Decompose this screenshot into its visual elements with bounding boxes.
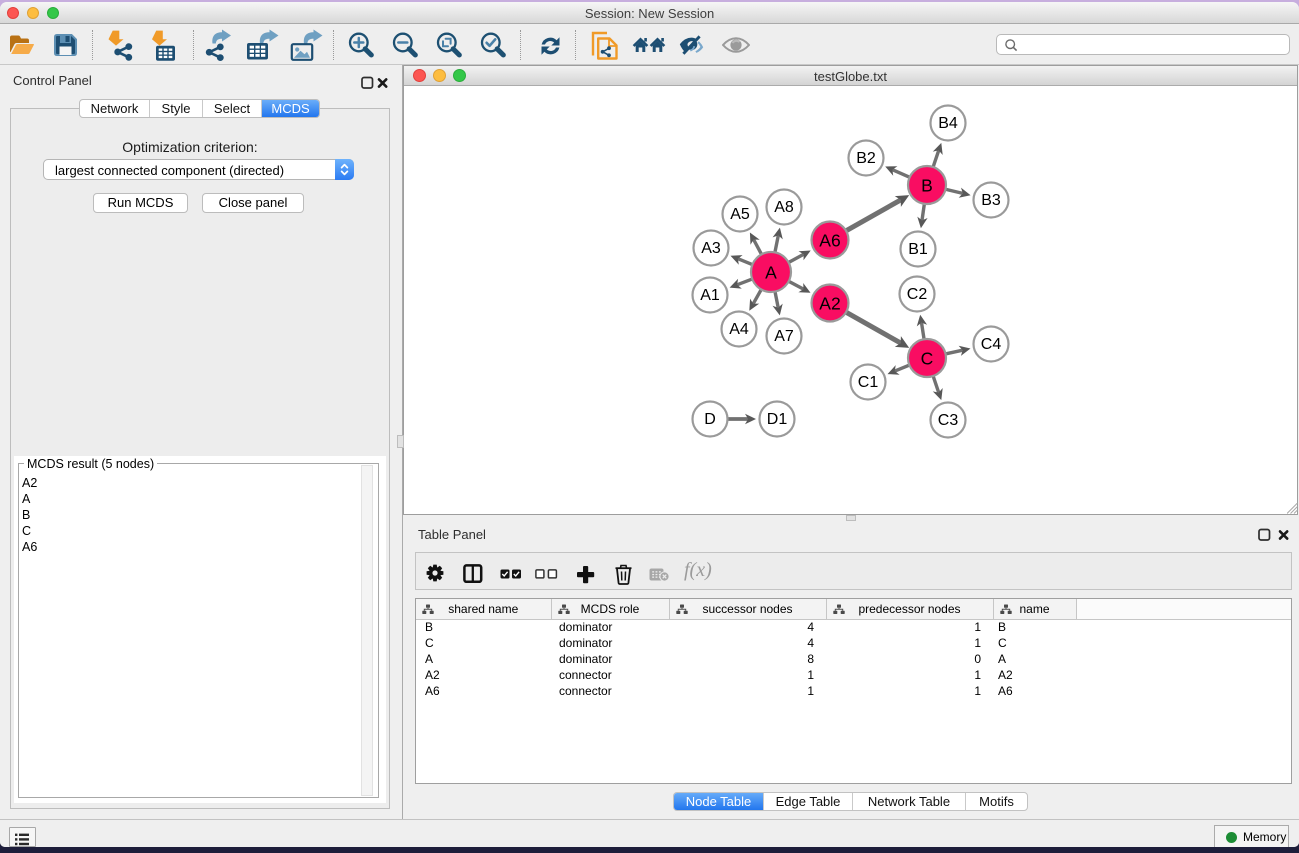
svg-text:A4: A4 xyxy=(729,321,749,338)
svg-text:B3: B3 xyxy=(981,192,1001,209)
svg-text:A8: A8 xyxy=(774,199,794,216)
svg-text:D: D xyxy=(704,411,716,428)
svg-text:B: B xyxy=(921,176,933,196)
svg-text:A3: A3 xyxy=(701,240,721,257)
svg-text:A1: A1 xyxy=(700,287,720,304)
svg-text:D1: D1 xyxy=(767,411,788,428)
svg-text:B1: B1 xyxy=(908,241,928,258)
svg-text:C2: C2 xyxy=(907,286,928,303)
svg-text:A5: A5 xyxy=(730,206,750,223)
svg-text:A: A xyxy=(765,263,777,283)
svg-text:C1: C1 xyxy=(858,374,879,391)
svg-text:C: C xyxy=(921,349,934,369)
svg-text:C4: C4 xyxy=(981,336,1002,353)
svg-text:C3: C3 xyxy=(938,412,959,429)
svg-text:B2: B2 xyxy=(856,150,876,167)
svg-text:A2: A2 xyxy=(819,294,840,314)
svg-text:A7: A7 xyxy=(774,328,794,345)
svg-text:A6: A6 xyxy=(819,231,840,251)
svg-text:B4: B4 xyxy=(938,115,958,132)
